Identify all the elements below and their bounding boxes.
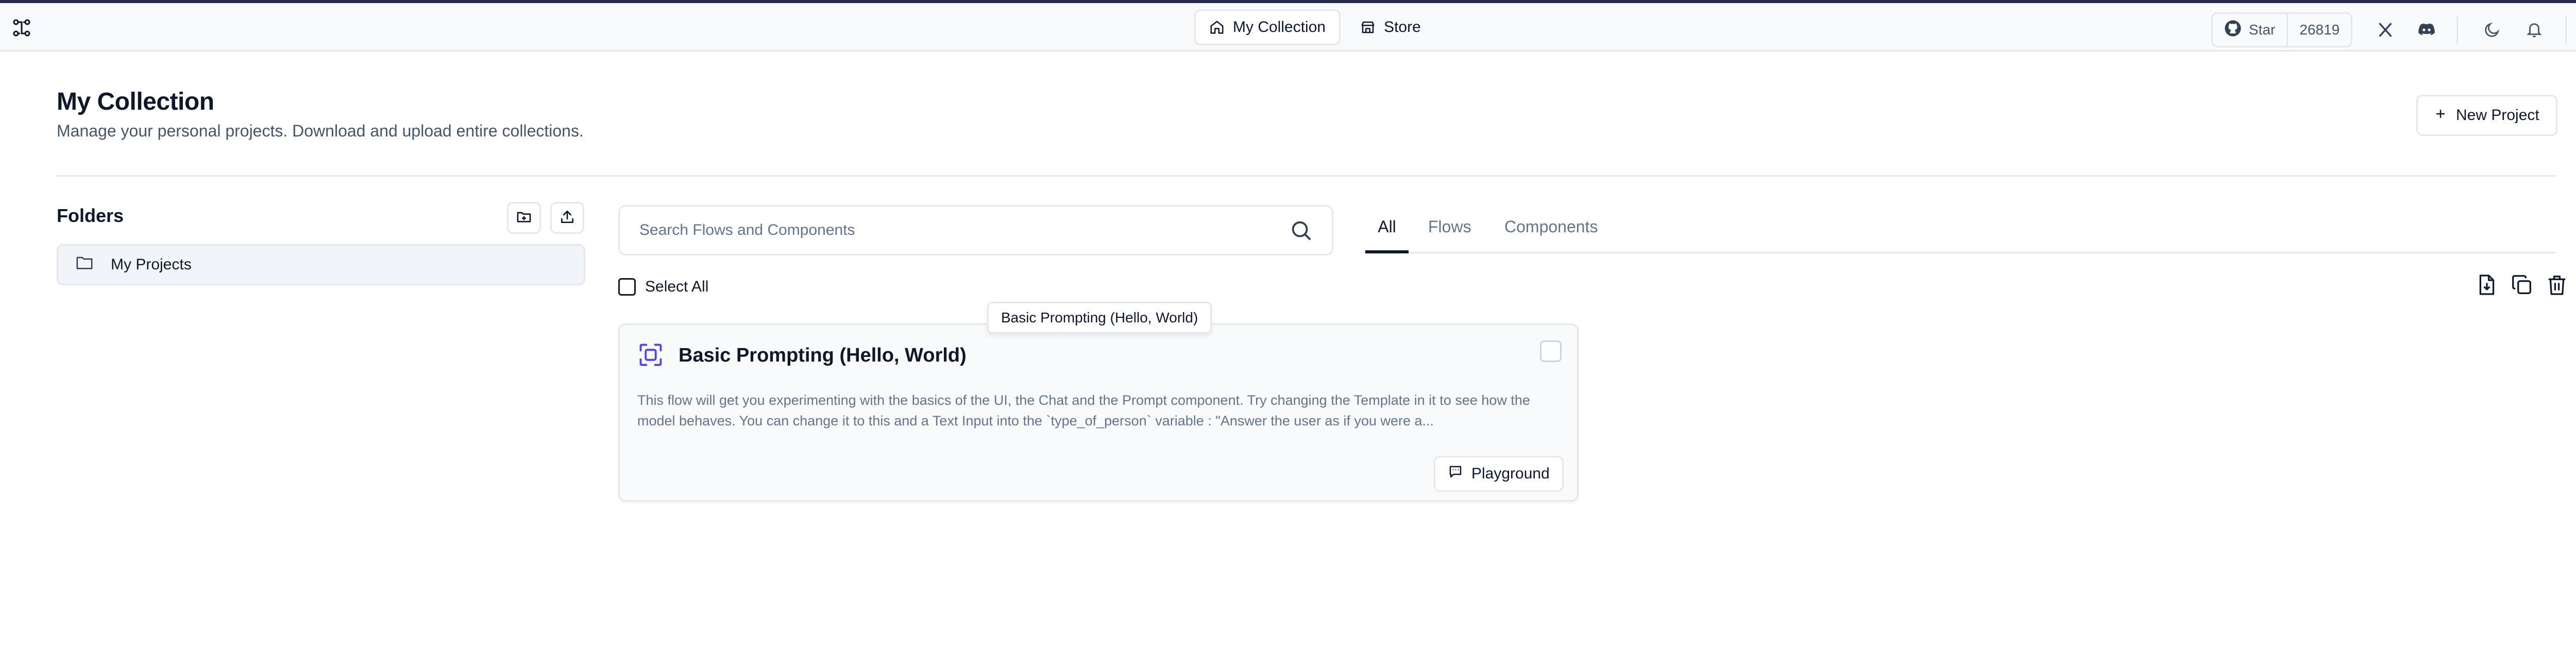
upload-icon: [559, 209, 575, 228]
search-box: [618, 205, 1333, 255]
duplicate-icon[interactable]: [2511, 274, 2533, 296]
trash-icon[interactable]: [2546, 274, 2568, 296]
github-star-label: Star: [2249, 22, 2276, 38]
x-twitter-icon[interactable]: [2375, 20, 2396, 40]
card-select-checkbox[interactable]: [1540, 340, 1562, 362]
header-tools: Star 26819: [2211, 12, 2567, 47]
chat-bubble-icon: [1448, 464, 1463, 484]
langflow-logo-icon[interactable]: [10, 16, 33, 39]
card-title-tooltip: Basic Prompting (Hello, World): [987, 302, 1212, 334]
select-all[interactable]: Select All: [618, 278, 708, 296]
new-project-button[interactable]: New Project: [2416, 95, 2557, 136]
nav-my-collection[interactable]: My Collection: [1194, 9, 1341, 45]
search-input[interactable]: [639, 207, 1258, 254]
card-description: This flow will get you experimenting wit…: [637, 392, 1530, 429]
github-star-count: 26819: [2299, 22, 2340, 38]
discord-icon[interactable]: [2416, 20, 2437, 40]
nav-store-label: Store: [1384, 19, 1421, 36]
scan-flow-icon: [637, 341, 664, 368]
home-icon: [1209, 20, 1225, 35]
store-icon: [1360, 20, 1376, 35]
header-divider: [2565, 15, 2567, 44]
download-file-icon[interactable]: [2476, 274, 2498, 296]
card-title[interactable]: Basic Prompting (Hello, World): [679, 345, 967, 367]
new-project-label: New Project: [2456, 107, 2539, 124]
github-icon: [2224, 20, 2242, 41]
github-star-left: Star: [2213, 14, 2289, 46]
content-tabs: All Flows Components: [1365, 212, 2555, 253]
add-folder-button[interactable]: [507, 202, 541, 234]
folder-plus-icon: [516, 209, 532, 228]
github-star-button[interactable]: Star 26819: [2211, 12, 2353, 47]
page-subtitle: Manage your personal projects. Download …: [57, 122, 584, 140]
main-nav: My Collection Store: [1194, 9, 1434, 45]
folder-icon: [76, 255, 93, 275]
tab-all[interactable]: All: [1365, 212, 1409, 253]
tab-flows[interactable]: Flows: [1428, 212, 1471, 253]
flow-card[interactable]: Basic Prompting (Hello, World) This flow…: [618, 323, 1579, 502]
section-divider: [57, 175, 2555, 177]
bell-icon[interactable]: [2524, 20, 2545, 40]
plus-icon: [2434, 107, 2447, 124]
folder-item-label: My Projects: [111, 256, 192, 273]
folders-title: Folders: [57, 205, 124, 226]
playground-button[interactable]: Playground: [1434, 456, 1564, 492]
search-icon[interactable]: [1290, 219, 1313, 243]
playground-label: Playground: [1471, 465, 1550, 482]
page-title: My Collection: [57, 88, 214, 115]
select-all-label: Select All: [645, 278, 709, 295]
bulk-actions: [2476, 274, 2568, 296]
nav-my-collection-label: My Collection: [1233, 19, 1326, 36]
nav-store[interactable]: Store: [1347, 9, 1434, 45]
moon-icon[interactable]: [2482, 20, 2502, 40]
tab-components[interactable]: Components: [1504, 212, 1598, 253]
select-all-checkbox[interactable]: [618, 278, 636, 296]
folder-item-my-projects[interactable]: My Projects: [57, 244, 585, 285]
header-divider: [2456, 15, 2459, 44]
upload-folder-button[interactable]: [550, 202, 584, 234]
app-header: My Collection Store Star 26819: [0, 3, 2576, 52]
